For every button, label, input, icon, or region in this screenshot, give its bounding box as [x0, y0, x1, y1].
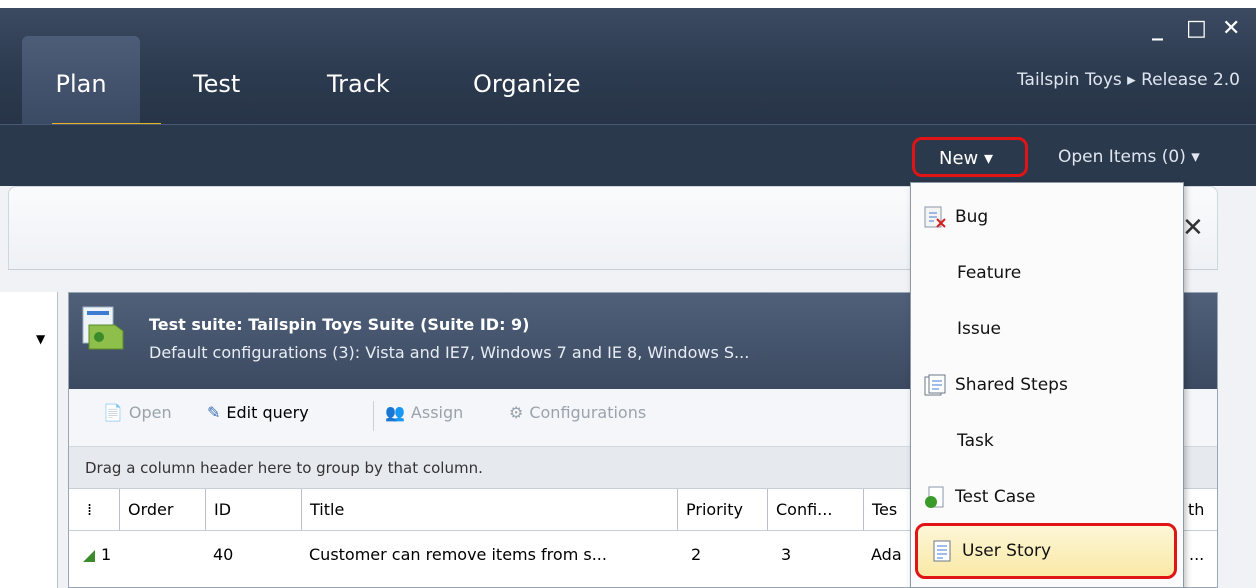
- configurations-icon: ⚙: [509, 403, 524, 422]
- menu-item-label: Task: [957, 431, 994, 451]
- open-button[interactable]: 📄 Open: [103, 403, 172, 422]
- menu-item-user-story[interactable]: User Story: [915, 523, 1177, 579]
- edit-query-label: Edit query: [226, 403, 309, 422]
- menu-item-label: Shared Steps: [955, 375, 1068, 395]
- column-header-priority[interactable]: Priority: [677, 489, 767, 531]
- dropdown-caret-icon[interactable]: ▼: [36, 332, 45, 346]
- suite-default-configurations[interactable]: Default configurations (3): Vista and IE…: [149, 343, 749, 362]
- menu-item-bug[interactable]: Bug: [911, 189, 1183, 245]
- open-label: Open: [128, 403, 172, 422]
- assign-icon: 👥: [385, 403, 405, 422]
- project-breadcrumb[interactable]: Tailspin Toys ▸ Release 2.0: [1017, 70, 1240, 90]
- cell-tester: Ada: [871, 545, 902, 564]
- command-bar: New ▾ Open Items (0) ▾: [0, 124, 1256, 186]
- column-header-id[interactable]: ID: [205, 489, 301, 531]
- row-handle-header: ⁞: [87, 500, 93, 519]
- tab-track-label: Track: [327, 70, 390, 98]
- menu-item-shared-steps[interactable]: Shared Steps: [911, 357, 1183, 413]
- test-case-icon: [921, 483, 949, 511]
- test-suite-icon: [82, 306, 124, 350]
- shared-steps-icon: [921, 371, 949, 399]
- user-story-icon: [928, 537, 956, 565]
- tab-plan[interactable]: Plan: [22, 36, 161, 127]
- cell-configurations: 3: [781, 545, 792, 564]
- maximize-icon[interactable]: □: [1186, 16, 1207, 41]
- toolbar-separator: [373, 401, 374, 431]
- menu-item-label: Feature: [957, 263, 1022, 283]
- menu-item-test-case[interactable]: Test Case: [911, 469, 1183, 525]
- edit-query-icon: ✎: [207, 403, 221, 422]
- menu-item-label: Bug: [955, 207, 989, 227]
- window-top-edge: [0, 0, 1256, 8]
- app-header: Plan Test Track Organize _ □ ✕ Tailspin …: [0, 0, 1256, 127]
- new-item-menu: Bug Feature Issue Shared Steps Task Test…: [910, 182, 1184, 588]
- menu-item-label: Test Case: [955, 487, 1036, 507]
- open-items-button[interactable]: Open Items (0) ▾: [1058, 147, 1200, 167]
- menu-item-label: User Story: [962, 541, 1052, 561]
- assign-label: Assign: [410, 403, 464, 422]
- assign-button[interactable]: 👥 Assign: [385, 403, 463, 422]
- tab-plan-label: Plan: [55, 70, 107, 98]
- menu-item-label: Issue: [957, 319, 1001, 339]
- tab-test[interactable]: Test: [193, 36, 240, 126]
- column-header-path[interactable]: th: [1179, 489, 1217, 531]
- cell-priority: 2: [691, 545, 702, 564]
- minimize-icon[interactable]: _: [1152, 16, 1163, 41]
- tab-organize-label: Organize: [473, 70, 581, 98]
- tab-organize[interactable]: Organize: [473, 36, 581, 126]
- column-header-configurations[interactable]: Confi...: [767, 489, 863, 531]
- suite-title: Test suite: Tailspin Toys Suite (Suite I…: [149, 315, 530, 334]
- tab-test-label: Test: [193, 70, 241, 98]
- open-icon: 📄: [103, 403, 123, 422]
- column-header-title[interactable]: Title: [301, 489, 677, 531]
- column-header-order[interactable]: Order: [119, 489, 205, 531]
- cell-path: ...: [1189, 545, 1205, 564]
- edit-query-button[interactable]: ✎ Edit query: [207, 403, 309, 422]
- new-button[interactable]: New ▾: [912, 137, 1028, 177]
- cell-order: 1: [101, 545, 112, 564]
- menu-item-feature[interactable]: Feature: [911, 245, 1183, 301]
- suite-tree-pane[interactable]: ▼: [0, 292, 58, 588]
- tab-track[interactable]: Track: [327, 36, 390, 126]
- configurations-label: Configurations: [529, 403, 647, 422]
- menu-item-issue[interactable]: Issue: [911, 301, 1183, 357]
- close-pane-icon[interactable]: ✕: [1182, 213, 1204, 243]
- test-case-icon: ◢: [83, 545, 96, 564]
- cell-title: Customer can remove items from s...: [309, 545, 607, 564]
- bug-icon: [921, 203, 949, 231]
- configurations-button[interactable]: ⚙ Configurations: [509, 403, 646, 422]
- close-icon[interactable]: ✕: [1222, 16, 1240, 41]
- menu-item-task[interactable]: Task: [911, 413, 1183, 469]
- cell-id: 40: [213, 545, 234, 564]
